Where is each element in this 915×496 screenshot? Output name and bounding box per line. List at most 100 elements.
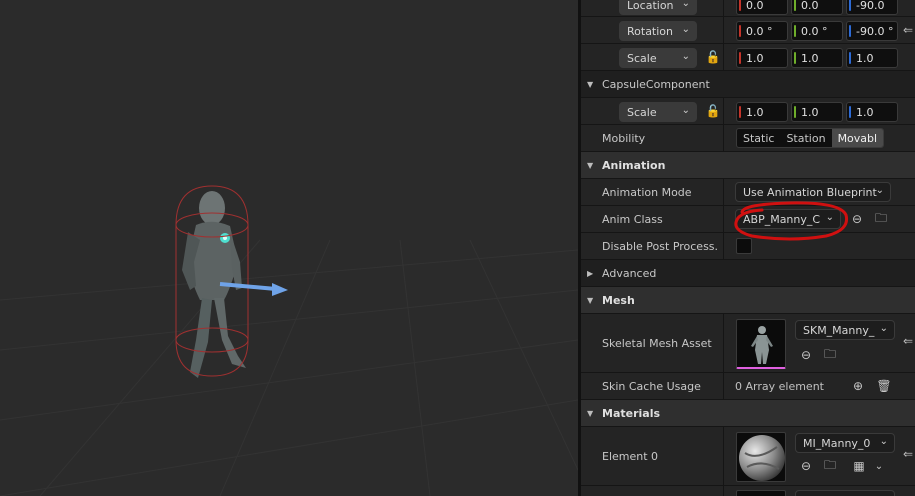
animation-mode-dropdown[interactable]: Use Animation Blueprint ⌄ <box>735 182 891 202</box>
skeletal-mesh-thumbnail[interactable] <box>736 319 786 369</box>
capsule-component-title: CapsuleComponent <box>602 77 710 91</box>
mobility-static-option[interactable]: Static <box>737 129 780 147</box>
use-selected-icon[interactable]: ⊖ <box>849 211 865 227</box>
animation-section-title: Animation <box>602 158 666 172</box>
floor-grid <box>0 239 578 496</box>
chevron-down-icon: ⌄ <box>825 212 834 223</box>
scale-y-field[interactable]: 1.0 <box>791 48 843 68</box>
skin-cache-array-count: 0 Array element <box>735 379 824 393</box>
materials-section-title: Materials <box>602 406 661 420</box>
chevron-down-icon: ⌄ <box>681 51 690 62</box>
expand-caret-icon[interactable]: ▼ <box>587 71 593 97</box>
rotation-combo[interactable]: Rotation ⌄ <box>619 21 697 41</box>
capsule-component-header[interactable]: ▼ CapsuleComponent <box>581 71 915 98</box>
expand-caret-icon[interactable]: ▼ <box>587 400 593 426</box>
chevron-down-icon: ⌄ <box>681 0 690 9</box>
anim-class-value: ABP_Manny_C <box>743 212 821 226</box>
checker-texture-icon[interactable]: ▦ <box>851 458 867 474</box>
material-sphere-icon <box>739 435 785 481</box>
capsule-scale-z-field[interactable]: 1.0 <box>846 102 898 122</box>
skeletal-mesh-value: SKM_Manny_ <box>803 323 875 337</box>
lock-icon[interactable]: 🔓 <box>705 103 721 119</box>
skin-cache-usage-label: Skin Cache Usage <box>602 379 701 393</box>
capsule-scale-y-field[interactable]: 1.0 <box>791 102 843 122</box>
location-combo[interactable]: Location ⌄ <box>619 0 697 15</box>
scale-label: Scale <box>627 51 657 65</box>
animation-mode-label: Animation Mode <box>602 185 692 199</box>
reset-arrow-icon[interactable]: ⇐ <box>903 334 913 348</box>
chevron-down-icon: ⌄ <box>879 323 888 334</box>
location-y-field[interactable]: 0.0 <box>791 0 843 15</box>
capsule-scale-row: Scale ⌄ 🔓 1.0 1.0 1.0 <box>581 98 915 125</box>
rotation-y-field[interactable]: 0.0 ° <box>791 21 843 41</box>
anim-class-row: Anim Class ABP_Manny_C ⌄ ⊖ 🗀 <box>581 206 915 233</box>
chevron-down-icon: ⌄ <box>681 105 690 116</box>
scale-x-field[interactable]: 1.0 <box>736 48 788 68</box>
animation-mode-row: Animation Mode Use Animation Blueprint ⌄ <box>581 179 915 206</box>
anim-class-dropdown[interactable]: ABP_Manny_C ⌄ <box>735 209 841 229</box>
material-element-1-row <box>581 486 915 496</box>
expand-caret-right-icon[interactable]: ▶ <box>587 260 593 286</box>
materials-section-header[interactable]: ▼ Materials <box>581 400 915 427</box>
location-z-field[interactable]: -90.0 <box>846 0 898 15</box>
location-x-field[interactable]: 0.0 <box>736 0 788 15</box>
capsule-scale-label: Scale <box>627 105 657 119</box>
reset-arrow-icon[interactable]: ⇐ <box>903 23 913 37</box>
location-row: Location ⌄ 0.0 0.0 -90.0 <box>581 0 915 17</box>
skeletal-mesh-asset-row: Skeletal Mesh Asset SKM_Manny_ ⌄ ⊖ 🗀 ⇐ <box>581 314 915 373</box>
material-element-0-row: Element 0 MI_Manny_0 ⌄ ⊖ 🗀 ▦ ⌄ ⇐ <box>581 427 915 486</box>
manny-thumbnail-icon <box>751 326 773 364</box>
rotation-row: Rotation ⌄ 0.0 ° 0.0 ° -90.0 ° ⇐ <box>581 17 915 44</box>
details-panel: Location ⌄ 0.0 0.0 -90.0 Rotation ⌄ 0.0 ° … <box>581 0 915 496</box>
browse-folder-icon[interactable]: 🗀 <box>873 211 889 227</box>
use-selected-icon[interactable]: ⊖ <box>798 458 814 474</box>
location-label: Location <box>627 0 674 12</box>
chevron-down-icon: ⌄ <box>879 436 888 447</box>
chevron-down-icon[interactable]: ⌄ <box>871 458 887 474</box>
expand-caret-icon[interactable]: ▼ <box>587 287 593 313</box>
rotation-label: Rotation <box>627 24 674 38</box>
browse-folder-icon[interactable]: 🗀 <box>822 347 838 363</box>
element-0-label: Element 0 <box>602 449 659 463</box>
material-thumbnail[interactable] <box>736 432 786 482</box>
anim-class-label: Anim Class <box>602 212 663 226</box>
disable-post-process-label: Disable Post Process... <box>602 239 718 253</box>
viewport-scene <box>0 185 578 496</box>
mobility-row: Mobility Static Station Movabl <box>581 125 915 152</box>
animation-section-header[interactable]: ▼ Animation <box>581 152 915 179</box>
reset-arrow-icon[interactable]: ⇐ <box>903 447 913 461</box>
chevron-down-icon: ⌄ <box>875 185 884 196</box>
skeletal-mesh-dropdown[interactable]: SKM_Manny_ ⌄ <box>795 320 895 340</box>
lock-icon[interactable]: 🔓 <box>705 49 721 65</box>
advanced-subsection-header[interactable]: ▶ Advanced <box>581 260 915 287</box>
capsule-scale-combo[interactable]: Scale ⌄ <box>619 102 697 122</box>
animation-mode-value: Use Animation Blueprint <box>743 185 877 199</box>
mobility-movable-option[interactable]: Movabl <box>831 129 884 147</box>
material-value: MI_Manny_0 <box>803 436 871 450</box>
trash-icon[interactable]: 🗑 <box>876 378 892 394</box>
chevron-down-icon: ⌄ <box>681 24 690 35</box>
scale-z-field[interactable]: 1.0 <box>846 48 898 68</box>
capsule-scale-x-field[interactable]: 1.0 <box>736 102 788 122</box>
disable-post-process-checkbox[interactable] <box>736 238 752 254</box>
browse-folder-icon[interactable]: 🗀 <box>822 458 838 474</box>
rotation-z-field[interactable]: -90.0 ° <box>846 21 898 41</box>
skeletal-mesh-asset-label: Skeletal Mesh Asset <box>602 336 712 350</box>
disable-post-process-row: Disable Post Process... <box>581 233 915 260</box>
material-dropdown[interactable] <box>795 490 895 496</box>
material-dropdown[interactable]: MI_Manny_0 ⌄ <box>795 433 895 453</box>
scale-combo[interactable]: Scale ⌄ <box>619 48 697 68</box>
level-viewport[interactable] <box>0 0 578 496</box>
skin-cache-usage-row: Skin Cache Usage 0 Array element ⊕ 🗑 <box>581 373 915 400</box>
rotation-x-field[interactable]: 0.0 ° <box>736 21 788 41</box>
use-selected-icon[interactable]: ⊖ <box>798 347 814 363</box>
expand-caret-icon[interactable]: ▼ <box>587 152 593 178</box>
forward-arrow <box>219 282 288 296</box>
mobility-label: Mobility <box>602 131 646 145</box>
scale-row: Scale ⌄ 🔓 1.0 1.0 1.0 <box>581 44 915 71</box>
add-element-icon[interactable]: ⊕ <box>850 378 866 394</box>
mesh-section-header[interactable]: ▼ Mesh <box>581 287 915 314</box>
advanced-label: Advanced <box>602 266 657 280</box>
mobility-stationary-option[interactable]: Station <box>780 129 831 147</box>
material-thumbnail[interactable] <box>736 490 786 496</box>
